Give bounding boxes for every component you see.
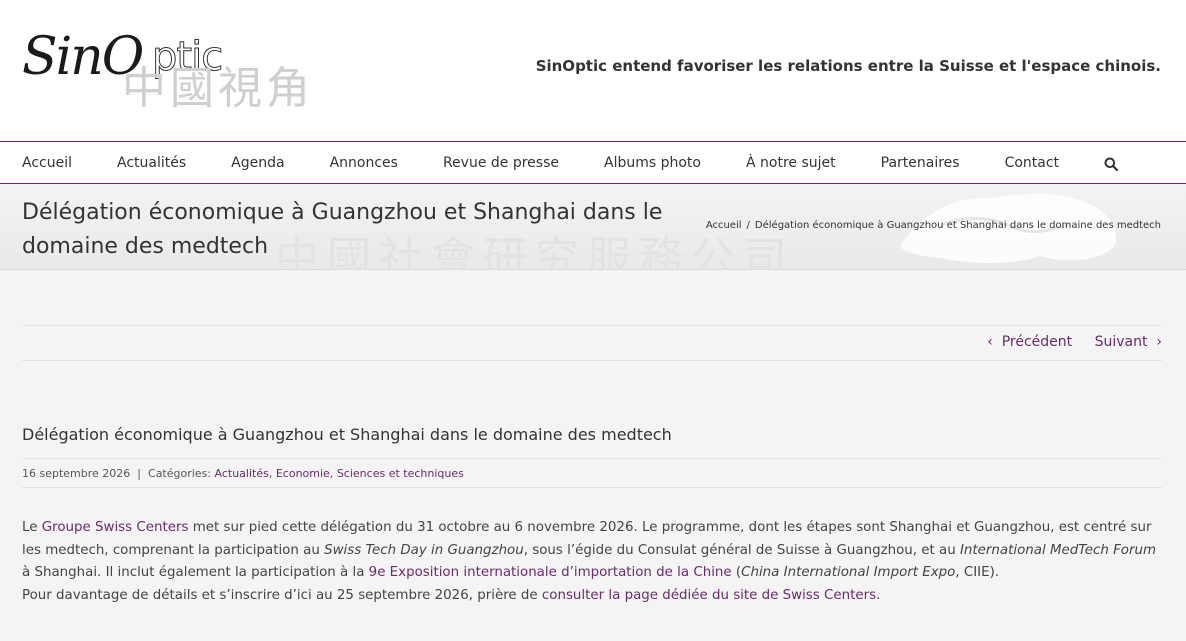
nav-item-revue-de-presse[interactable]: Revue de presse [443, 155, 559, 171]
nav-item-actualites[interactable]: Actualités [117, 155, 186, 171]
categories-label: Catégories: [148, 467, 212, 480]
site-tagline: SinOptic entend favoriser les relations … [535, 57, 1161, 75]
ciie-link[interactable]: 9e Exposition internationale d’importati… [369, 565, 732, 580]
chevron-left-icon: ‹ [987, 334, 993, 350]
post-meta: 16 septembre 2026 | Catégories: Actualit… [22, 458, 1162, 488]
logo-chinese-characters: 中國視角 [122, 63, 314, 114]
breadcrumb-separator: / [746, 220, 750, 231]
nav-item-partenaires[interactable]: Partenaires [881, 155, 960, 171]
post-body: Le Groupe Swiss Centers met sur pied cet… [22, 517, 1162, 608]
breadcrumb: Accueil / Délégation économique à Guangzho… [706, 220, 1161, 231]
nav-item-a-notre-sujet[interactable]: À notre sujet [746, 155, 836, 171]
nav-item-contact[interactable]: Contact [1005, 155, 1059, 171]
category-link-sciences-et-techniques[interactable]: Sciences et techniques [337, 467, 464, 480]
site-header: SinO ptic 中國視角 SinOptic entend favoriser… [0, 0, 1186, 141]
search-icon[interactable] [1104, 156, 1119, 171]
nav-item-annonces[interactable]: Annonces [330, 155, 398, 171]
post-title: Délégation économique à Guangzhou et Sha… [22, 425, 672, 444]
post-paragraph: Le Groupe Swiss Centers met sur pied cet… [22, 520, 1157, 581]
site-logo[interactable]: SinO ptic 中國視角 [22, 22, 322, 114]
meta-separator: | [137, 467, 142, 480]
post-paragraph: Pour davantage de détails et s’inscrire … [22, 588, 881, 604]
nav-item-albums-photo[interactable]: Albums photo [604, 155, 701, 171]
page-title: Délégation économique à Guangzhou et Sha… [22, 200, 663, 259]
page-title-bar: 中國社會研究服務公司 Délégation économique à Guang… [0, 184, 1186, 270]
main-navigation: Accueil Actualités Agenda Annonces Revue… [0, 141, 1186, 184]
breadcrumb-home-link[interactable]: Accueil [706, 220, 742, 231]
nav-item-agenda[interactable]: Agenda [231, 155, 284, 171]
nav-item-accueil[interactable]: Accueil [22, 155, 72, 171]
swiss-centers-page-link[interactable]: consulter la page dédiée du site de Swis… [542, 588, 876, 603]
category-link-economie[interactable]: Economie [276, 467, 330, 480]
chevron-right-icon: › [1156, 334, 1162, 350]
previous-post-link[interactable]: ‹ Précédent [987, 334, 1072, 350]
post-date: 16 septembre 2026 [22, 467, 131, 480]
category-link-actualites[interactable]: Actualités [215, 467, 269, 480]
post-navigation: ‹ Précédent Suivant › [22, 325, 1162, 361]
breadcrumb-current: Délégation économique à Guangzhou et Sha… [754, 220, 1161, 231]
swiss-centers-link[interactable]: Groupe Swiss Centers [42, 520, 189, 535]
next-post-link[interactable]: Suivant › [1095, 334, 1162, 350]
